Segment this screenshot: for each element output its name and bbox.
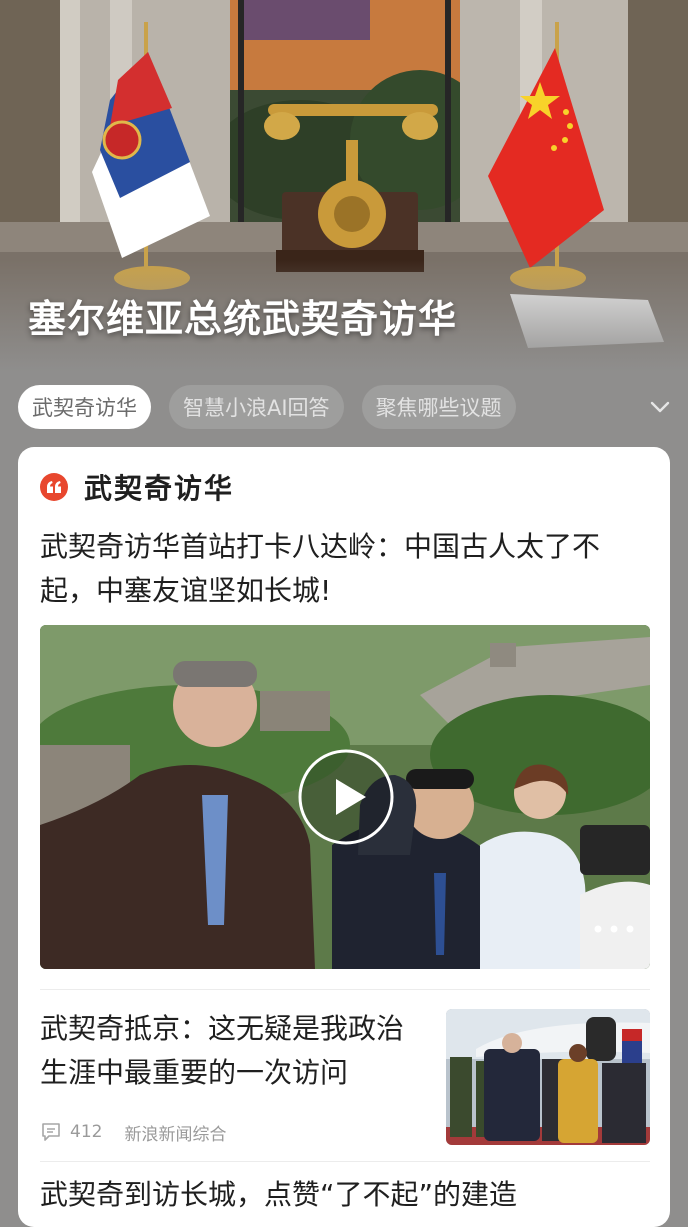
- comment-count: 412: [70, 1122, 103, 1142]
- topic-title: 塞尔维亚总统武契奇访华: [28, 297, 458, 341]
- list-item[interactable]: 武契奇抵京：这无疑是我政治生涯中最重要的一次访问 412 新浪新闻综合: [40, 1007, 650, 1145]
- article-meta: 412 新浪新闻综合: [40, 1119, 226, 1145]
- article-source: 新浪新闻综合: [124, 1124, 227, 1145]
- thumbnail-image: [446, 1009, 650, 1145]
- article-thumbnail[interactable]: [446, 1009, 650, 1145]
- article-title[interactable]: 武契奇抵京：这无疑是我政治生涯中最重要的一次访问: [40, 1007, 430, 1095]
- tab-issues[interactable]: 聚焦哪些议题: [361, 385, 516, 429]
- topic-tabs: 武契奇访华 智慧小浪AI回答 聚焦哪些议题: [18, 385, 668, 429]
- quote-icon: [40, 473, 68, 501]
- more-dots-icon[interactable]: [592, 921, 636, 937]
- chevron-down-icon[interactable]: [646, 393, 674, 421]
- lead-article-title[interactable]: 武契奇访华首站打卡八达岭：中国古人太了不起，中塞友谊坚如长城!: [40, 525, 650, 613]
- lead-video[interactable]: [40, 625, 650, 969]
- card-header: 武契奇访华: [40, 469, 234, 505]
- article-title[interactable]: 武契奇到访长城，点赞“了不起”的建造: [40, 1173, 650, 1217]
- tab-wu-visit[interactable]: 武契奇访华: [18, 385, 151, 429]
- news-card: 武契奇访华 武契奇访华首站打卡八达岭：中国古人太了不起，中塞友谊坚如长城! 武契…: [18, 447, 670, 1227]
- comment-icon: [42, 1123, 60, 1141]
- play-icon[interactable]: [298, 749, 394, 845]
- divider: [40, 1161, 650, 1162]
- divider: [40, 989, 650, 990]
- topic-banner: 塞尔维亚总统武契奇访华: [0, 0, 688, 372]
- tab-ai-answer[interactable]: 智慧小浪AI回答: [169, 385, 344, 429]
- card-heading[interactable]: 武契奇访华: [84, 467, 234, 507]
